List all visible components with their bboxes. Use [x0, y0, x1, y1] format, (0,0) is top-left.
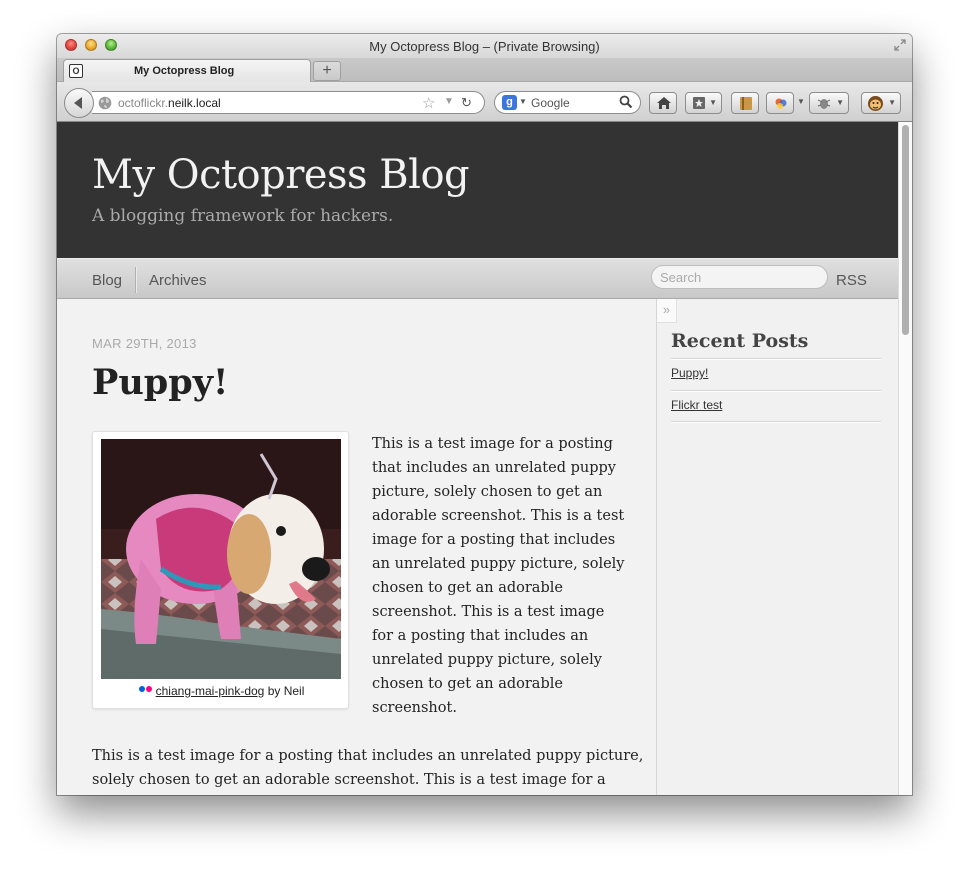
address-bar[interactable]: octoflickr.neilk.local ☆ ▼ ↻	[92, 91, 485, 114]
search-bar[interactable]: g ▼ Google	[494, 91, 641, 114]
blog-subtitle: A blogging framework for hackers.	[92, 206, 394, 226]
home-button[interactable]	[649, 92, 677, 114]
photo-figure: chiang-mai-pink-dog by Neil	[92, 431, 349, 709]
nav-divider	[135, 267, 136, 293]
search-engine-placeholder: Google	[531, 96, 570, 110]
post-paragraph-1: This is a test image for a posting that …	[372, 436, 625, 716]
sidebar-collapse-button[interactable]: »	[657, 299, 677, 323]
star-icon[interactable]: ☆	[422, 94, 435, 112]
post-paragraph-2: This is a test image for a posting that …	[92, 748, 644, 788]
puppy-image	[101, 439, 341, 679]
nav-link-archives[interactable]: Archives	[149, 272, 207, 289]
bookmarks-icon	[693, 97, 705, 109]
back-arrow-icon	[74, 97, 82, 109]
engine-dropdown-icon[interactable]: ▼	[519, 97, 527, 106]
blog-navigation: Blog Archives RSS	[57, 258, 898, 299]
post-date: MAR 29TH, 2013	[92, 336, 197, 351]
chevron-down-icon: ▼	[709, 98, 717, 107]
post-title[interactable]: Puppy!	[92, 362, 228, 403]
photo-caption-link[interactable]: chiang-mai-pink-dog	[156, 684, 265, 698]
home-icon	[657, 97, 671, 109]
color-wheel-icon	[775, 98, 787, 109]
photo-caption-author: by Neil	[264, 684, 305, 698]
history-dropdown-icon[interactable]: ▼	[444, 96, 454, 107]
url-prefix: octoflickr.	[118, 96, 169, 110]
sidebar-divider	[671, 421, 881, 422]
sidebar-item-puppy[interactable]: Puppy!	[671, 366, 708, 380]
post-article: MAR 29TH, 2013 Puppy! chiang-mai-pink-do…	[57, 299, 656, 795]
fullscreen-icon[interactable]	[894, 39, 906, 51]
navigation-toolbar: octoflickr.neilk.local ☆ ▼ ↻ g ▼ Google	[57, 82, 912, 122]
globe-icon	[98, 96, 112, 110]
notebook-addon-button[interactable]	[731, 92, 759, 114]
chevron-down-icon: ▼	[888, 98, 896, 107]
tab-bar: O My Octopress Blog +	[57, 58, 912, 83]
tab-octopress-blog[interactable]: O My Octopress Blog	[63, 59, 311, 83]
sidebar: » Recent Posts Puppy! Flickr test	[656, 299, 898, 795]
sidebar-divider	[671, 390, 881, 391]
back-button[interactable]	[64, 88, 94, 118]
scrollbar-thumb[interactable]	[902, 125, 909, 335]
page-viewport: My Octopress Blog A blogging framework f…	[57, 122, 898, 795]
recent-posts-heading: Recent Posts	[671, 330, 809, 352]
url-text: octoflickr.neilk.local	[118, 96, 221, 110]
magnifier-icon[interactable]	[619, 95, 633, 109]
blog-title[interactable]: My Octopress Blog	[92, 152, 470, 198]
sidebar-item-flickr-test[interactable]: Flickr test	[671, 398, 722, 412]
bug-icon	[817, 99, 831, 109]
color-addon-dropdown-icon[interactable]: ▼	[797, 97, 805, 106]
photo-caption: chiang-mai-pink-dog by Neil	[93, 684, 350, 698]
bookmarks-button[interactable]: ▼	[685, 92, 722, 114]
monkey-addon-button[interactable]: ▼	[861, 92, 901, 114]
nav-link-rss[interactable]: RSS	[836, 272, 867, 289]
url-domain: neilk.local	[168, 96, 221, 110]
monkey-icon	[868, 96, 883, 111]
flickr-icon	[138, 686, 153, 694]
blog-header: My Octopress Blog A blogging framework f…	[57, 122, 898, 258]
tab-label: My Octopress Blog	[134, 65, 235, 77]
window-title: My Octopress Blog – (Private Browsing)	[369, 39, 600, 54]
color-addon-button[interactable]	[766, 92, 794, 114]
puppy-photo[interactable]	[101, 439, 341, 679]
new-tab-button[interactable]: +	[313, 61, 341, 81]
nav-link-blog[interactable]: Blog	[92, 272, 122, 289]
vertical-scrollbar[interactable]	[898, 122, 912, 795]
notebook-icon	[740, 97, 752, 110]
tab-favicon-icon: O	[69, 64, 83, 78]
bug-addon-button[interactable]: ▼	[809, 92, 849, 114]
title-bar: My Octopress Blog – (Private Browsing)	[57, 34, 912, 60]
reload-icon[interactable]: ↻	[461, 95, 472, 111]
chevron-down-icon: ▼	[836, 98, 844, 107]
browser-window: My Octopress Blog – (Private Browsing) O…	[57, 34, 912, 795]
google-icon[interactable]: g	[502, 95, 517, 110]
blog-search-input[interactable]	[651, 265, 828, 289]
sidebar-divider	[671, 358, 881, 359]
